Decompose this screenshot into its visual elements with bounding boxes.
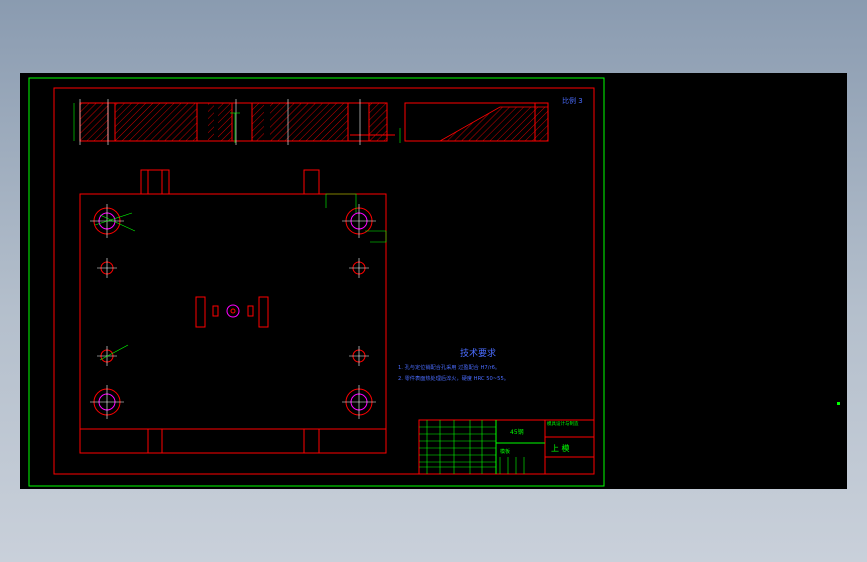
tech-requirements-title: 技术要求: [460, 347, 496, 359]
part-label: 上 模: [551, 443, 570, 453]
stray-point: [837, 402, 840, 405]
guide-hole: [93, 207, 373, 416]
hatch-area: [115, 103, 197, 141]
hatch-area: [218, 103, 232, 141]
screw-hole: [100, 261, 366, 363]
title-block: 45钢 模板 模具设计与制造 上 模: [418, 419, 595, 475]
plate-outline: [79, 193, 387, 454]
center-slot: [195, 296, 269, 328]
part-name: 模板: [500, 448, 510, 455]
cad-drawing: 比例 3 技术要求 1. 孔与定位销配合孔采用 过盈配合 H7/r6。 2. 零…: [28, 77, 840, 487]
hatch-area: [252, 103, 264, 141]
material-label: 45钢: [510, 428, 524, 436]
tech-note: 2. 零件表面热处理后淬火，硬度 HRC 50~55。: [398, 374, 509, 382]
section-view: [73, 99, 549, 145]
inner-border-frame: [53, 87, 595, 475]
hatch-area: [270, 103, 348, 141]
scale-label: 比例 3: [562, 96, 583, 105]
tech-note: 1. 孔与定位销配合孔采用 过盈配合 H7/r6。: [398, 363, 500, 371]
cad-viewport[interactable]: 比例 3 技术要求 1. 孔与定位销配合孔采用 过盈配合 H7/r6。 2. 零…: [20, 73, 847, 489]
hatch-area: [80, 103, 108, 141]
plan-view: [79, 169, 387, 454]
company-name: 模具设计与制造: [547, 420, 579, 427]
hatch-area: [208, 103, 214, 141]
